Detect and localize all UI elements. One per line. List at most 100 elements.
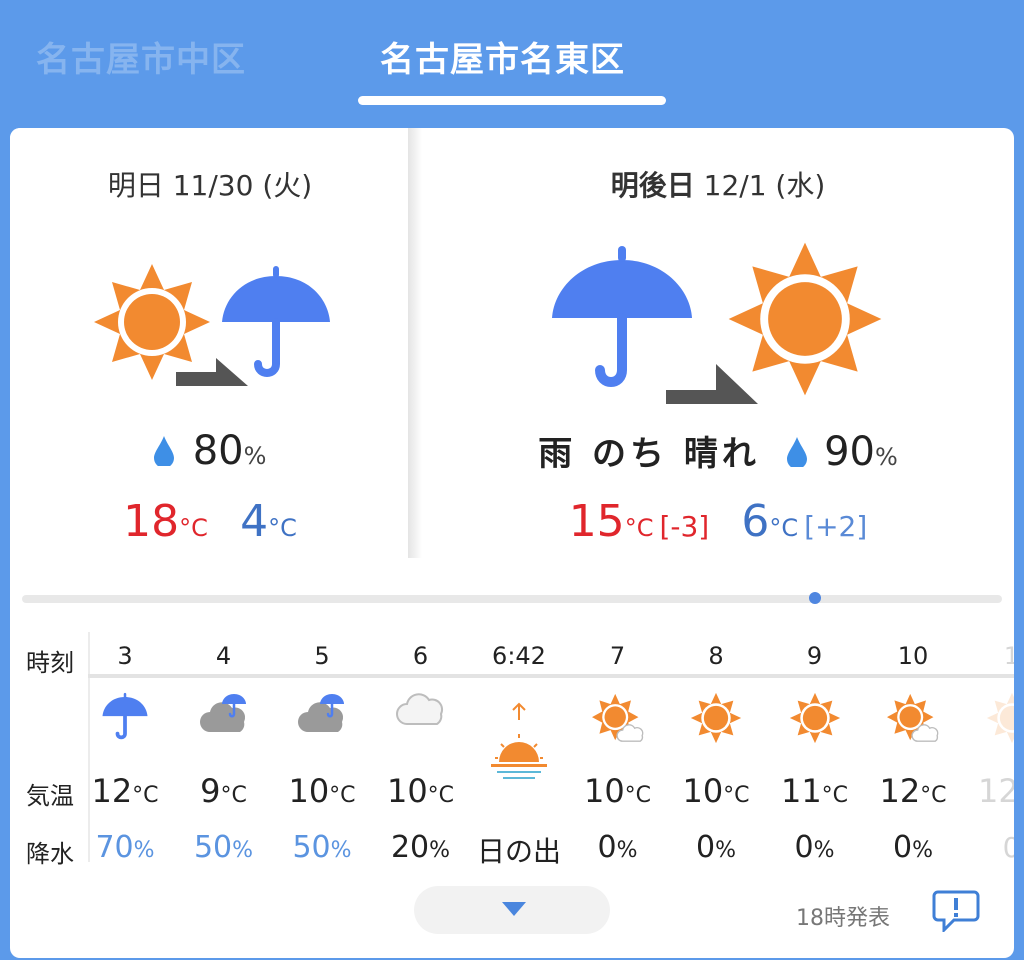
hour-temp-value: 9	[200, 772, 221, 810]
forecast-card: 明日 11/30 (火) 80% 18°C 4°C 明後日 12/1 (水) 雨…	[10, 128, 1014, 958]
day-after-summary: 雨 のち 晴れ 90%	[422, 426, 1014, 475]
time-row-label: 時刻	[26, 649, 74, 677]
precip-percent: 80	[192, 428, 244, 474]
cloud-rain-icon	[273, 692, 371, 740]
hour-precip-value: 0	[893, 830, 913, 865]
temp-unit: °C	[132, 783, 159, 808]
day-after-label: 明後日	[610, 169, 695, 202]
hour-precip-value: 0	[597, 830, 617, 865]
hour-temp-value: 10	[288, 772, 330, 810]
raindrop-icon	[153, 436, 174, 468]
tomorrow-precip: 80%	[10, 428, 410, 474]
precip-unit: %	[874, 443, 898, 471]
hour-precip-value: 0	[794, 830, 814, 865]
temp-unit: °C	[179, 514, 208, 542]
hour-precip-value: 20	[390, 830, 430, 865]
hour-label: 9	[806, 642, 823, 670]
hour-temp: 11°C	[766, 772, 864, 810]
hour-precip: 0	[963, 830, 1014, 865]
hour-temp: 9°C	[175, 772, 273, 810]
hour-precip-value: 0	[696, 830, 716, 865]
umbrella-icon	[76, 692, 174, 746]
feedback-icon[interactable]	[932, 888, 980, 932]
low-temp: 4	[240, 496, 269, 547]
precip-unit: %	[232, 838, 254, 863]
tomorrow-panel[interactable]: 明日 11/30 (火) 80% 18°C 4°C	[10, 128, 410, 558]
hour-precip-value: 50	[292, 830, 331, 865]
precip-unit: %	[429, 838, 451, 863]
hour-temp: 10°C	[372, 772, 470, 810]
hour-temp-value: 12	[977, 772, 1014, 810]
precip-unit: %	[813, 838, 835, 863]
hour-precip: 50%	[175, 830, 273, 865]
hour-precip: 0%	[569, 830, 667, 865]
day-after-date-text: 12/1 (水)	[694, 169, 826, 202]
hour-precip: 日の出	[470, 830, 568, 870]
tab-naka-ward[interactable]: 名古屋市中区	[36, 32, 246, 81]
hour-temp-value: 10	[682, 772, 724, 810]
cloud-icon	[372, 692, 470, 732]
high-temp: 15	[568, 496, 625, 547]
sun-icon	[667, 692, 765, 748]
hour-temp: 12°C	[76, 772, 174, 810]
hour-precip: 20%	[372, 830, 470, 865]
hour-temp-value: 12	[91, 772, 133, 810]
hour-temp-value: 11	[780, 772, 822, 810]
precip-unit: %	[133, 838, 155, 863]
hour-precip-value: 0	[1002, 831, 1014, 864]
precip-unit: %	[616, 838, 638, 863]
sunrise-icon	[470, 702, 568, 790]
sun-cloud-icon	[569, 692, 667, 748]
umbrella-icon	[222, 266, 330, 377]
hour-label: 5	[314, 642, 330, 670]
precip-unit: %	[912, 838, 933, 863]
hour-temp-value: 10	[583, 772, 625, 810]
temp-unit: °C	[624, 783, 652, 808]
weather-description: 雨 のち 晴れ	[538, 434, 760, 474]
hourly-scroll-thumb[interactable]	[809, 592, 821, 604]
temp-unit: °C	[821, 783, 849, 808]
expand-button[interactable]	[414, 886, 610, 934]
sun-cloud-icon	[864, 692, 962, 748]
hour-label: 10	[897, 642, 929, 670]
hour-temp-value: 10	[386, 772, 428, 810]
hour-precip-value: 50	[193, 830, 233, 865]
hour-precip: 50%	[273, 830, 371, 865]
hour-temp: 10°C	[667, 772, 765, 810]
day-after-panel[interactable]: 明後日 12/1 (水) 雨 のち 晴れ 90% 15°C [-3] 6°C [+2…	[422, 128, 1014, 558]
precip-unit: %	[330, 838, 352, 863]
hour-label: 6	[412, 642, 429, 670]
hour-label: 7	[609, 642, 626, 670]
hour-label: 1	[1003, 642, 1014, 670]
tab-meito-ward[interactable]: 名古屋市名東区	[380, 32, 625, 81]
panel-divider	[408, 128, 422, 558]
precip-percent: 90	[824, 429, 875, 475]
hour-precip: 0%	[667, 830, 765, 865]
hour-temp: 10°C	[569, 772, 667, 810]
high-temp-diff: [-3]	[659, 510, 710, 543]
high-temp: 18	[123, 496, 180, 547]
issued-time: 18時発表	[796, 906, 890, 931]
temp-unit: °C	[427, 783, 455, 808]
precip-row-label: 降水	[26, 840, 74, 868]
chevron-down-icon	[502, 902, 526, 916]
tomorrow-temps: 18°C 4°C	[10, 496, 410, 547]
hour-label: 3	[117, 642, 133, 670]
hour-temp-value: 12	[879, 772, 921, 810]
hourly-scroll-track[interactable]	[22, 595, 1002, 603]
hour-label: 8	[708, 642, 724, 670]
temp-unit: °C	[268, 514, 297, 542]
hour-label: 6:42	[492, 642, 546, 670]
day-after-date: 明後日 12/1 (水)	[422, 164, 1014, 204]
hour-precip: 0%	[864, 830, 962, 865]
temp-unit: °C	[329, 783, 356, 808]
hour-temp: 12°C	[864, 772, 962, 810]
temp-unit: °C	[723, 783, 750, 808]
temp-unit: °C	[624, 514, 654, 542]
low-temp-diff: [+2]	[804, 510, 868, 543]
hour-precip: 70%	[76, 830, 174, 865]
hour-precip-value: 日の出	[476, 835, 561, 868]
active-tab-indicator	[358, 96, 666, 105]
temp-row-label: 気温	[26, 782, 74, 810]
precip-unit: %	[715, 838, 736, 863]
